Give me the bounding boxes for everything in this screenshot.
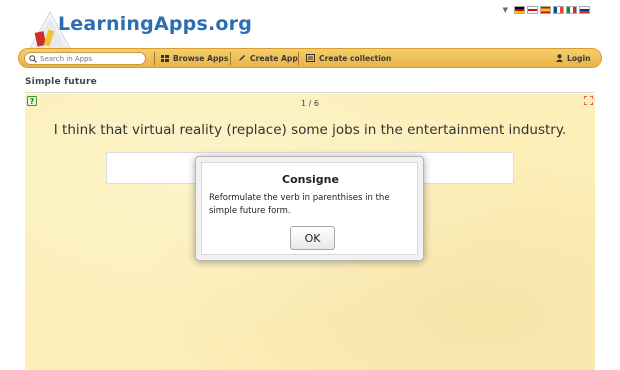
- login-label: Login: [567, 53, 591, 63]
- user-icon: [556, 54, 563, 62]
- flag-ru-icon[interactable]: [579, 6, 590, 14]
- page-title: Simple future: [25, 77, 97, 87]
- search-box[interactable]: [24, 52, 146, 65]
- flag-es-icon[interactable]: [540, 6, 551, 14]
- flag-fr-icon[interactable]: [553, 6, 564, 14]
- nav-divider: [154, 52, 155, 65]
- browse-apps-label: Browse Apps: [173, 53, 229, 63]
- question-text: I think that virtual reality (replace) s…: [53, 122, 567, 138]
- chevron-down-icon[interactable]: ▼: [503, 6, 508, 14]
- browse-apps-button[interactable]: Browse Apps: [161, 49, 228, 67]
- title-divider: [25, 92, 595, 93]
- main-navbar: Browse Apps Create App Create collection…: [18, 48, 602, 68]
- instruction-dialog: Consigne Reformulate the verb in parenth…: [195, 156, 424, 261]
- flag-it-icon[interactable]: [566, 6, 577, 14]
- create-app-button[interactable]: Create App: [238, 49, 298, 67]
- search-icon: [29, 54, 37, 63]
- create-collection-button[interactable]: Create collection: [306, 49, 391, 67]
- nav-divider: [298, 52, 299, 65]
- language-selector[interactable]: ▼: [503, 6, 590, 14]
- nav-divider: [230, 52, 231, 65]
- flag-de-icon[interactable]: [514, 6, 525, 14]
- collection-icon: [306, 54, 315, 62]
- dialog-body: Consigne Reformulate the verb in parenth…: [201, 162, 418, 255]
- login-button[interactable]: Login: [556, 49, 591, 67]
- logo[interactable]: LearningApps.org: [20, 2, 252, 52]
- flag-uk-icon[interactable]: [527, 6, 538, 14]
- grid-icon: [161, 54, 169, 62]
- search-input[interactable]: [40, 54, 140, 63]
- dialog-title: Consigne: [282, 173, 339, 186]
- ok-button[interactable]: OK: [290, 226, 335, 250]
- logo-text[interactable]: LearningApps.org: [58, 13, 252, 35]
- create-collection-label: Create collection: [319, 53, 392, 63]
- create-app-label: Create App: [250, 53, 298, 63]
- question-counter: 1 / 6: [301, 99, 319, 108]
- pencil-icon: [238, 54, 246, 62]
- dialog-text: Reformulate the verb in parenthises in t…: [209, 193, 390, 216]
